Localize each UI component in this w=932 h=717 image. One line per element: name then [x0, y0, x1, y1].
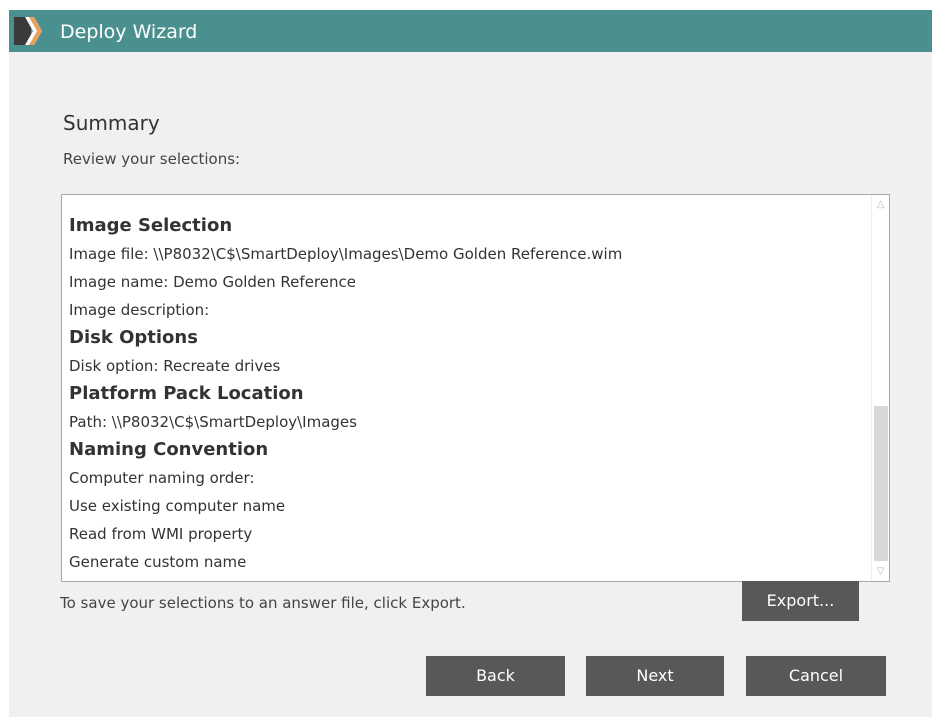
next-button[interactable]: Next	[586, 656, 724, 696]
summary-line: Path: \\P8032\C$\SmartDeploy\Images	[69, 413, 357, 431]
export-button[interactable]: Export...	[742, 581, 859, 621]
chevron-up-icon[interactable]: △	[872, 196, 889, 213]
summary-textbox[interactable]: Image Selection Image file: \\P8032\C$\Sm…	[61, 194, 890, 582]
summary-line: Image description:	[69, 301, 210, 319]
summary-section-heading: Naming Convention	[69, 439, 269, 460]
title-bar: Deploy Wizard	[9, 10, 932, 52]
summary-section-heading: Disk Options	[69, 327, 198, 348]
window-title: Deploy Wizard	[60, 21, 198, 43]
summary-section-heading: Platform Pack Location	[69, 383, 304, 404]
summary-line: Image name: Demo Golden Reference	[69, 273, 356, 291]
page-title: Summary	[63, 111, 160, 135]
back-button[interactable]: Back	[426, 656, 565, 696]
cancel-button[interactable]: Cancel	[746, 656, 886, 696]
export-hint: To save your selections to an answer fil…	[60, 594, 466, 612]
summary-line: Read from WMI property	[69, 525, 253, 543]
summary-line: Disk option: Recreate drives	[69, 357, 281, 375]
chevron-down-icon[interactable]: ▽	[872, 563, 889, 580]
summary-line: Use existing computer name	[69, 497, 286, 515]
deploy-wizard-window: Deploy Wizard Summary Review your select…	[9, 10, 932, 717]
summary-section-heading: Image Selection	[69, 215, 233, 236]
smartdeploy-logo-icon	[14, 17, 42, 45]
page-subtitle: Review your selections:	[63, 150, 241, 168]
scrollbar-thumb[interactable]	[874, 406, 888, 561]
summary-line: Computer naming order:	[69, 469, 255, 487]
summary-line: Generate custom name	[69, 553, 247, 571]
summary-content: Image Selection Image file: \\P8032\C$\Sm…	[69, 212, 859, 576]
summary-line: Image file: \\P8032\C$\SmartDeploy\Image…	[69, 245, 623, 263]
vertical-scrollbar[interactable]: △ ▽	[871, 195, 889, 581]
